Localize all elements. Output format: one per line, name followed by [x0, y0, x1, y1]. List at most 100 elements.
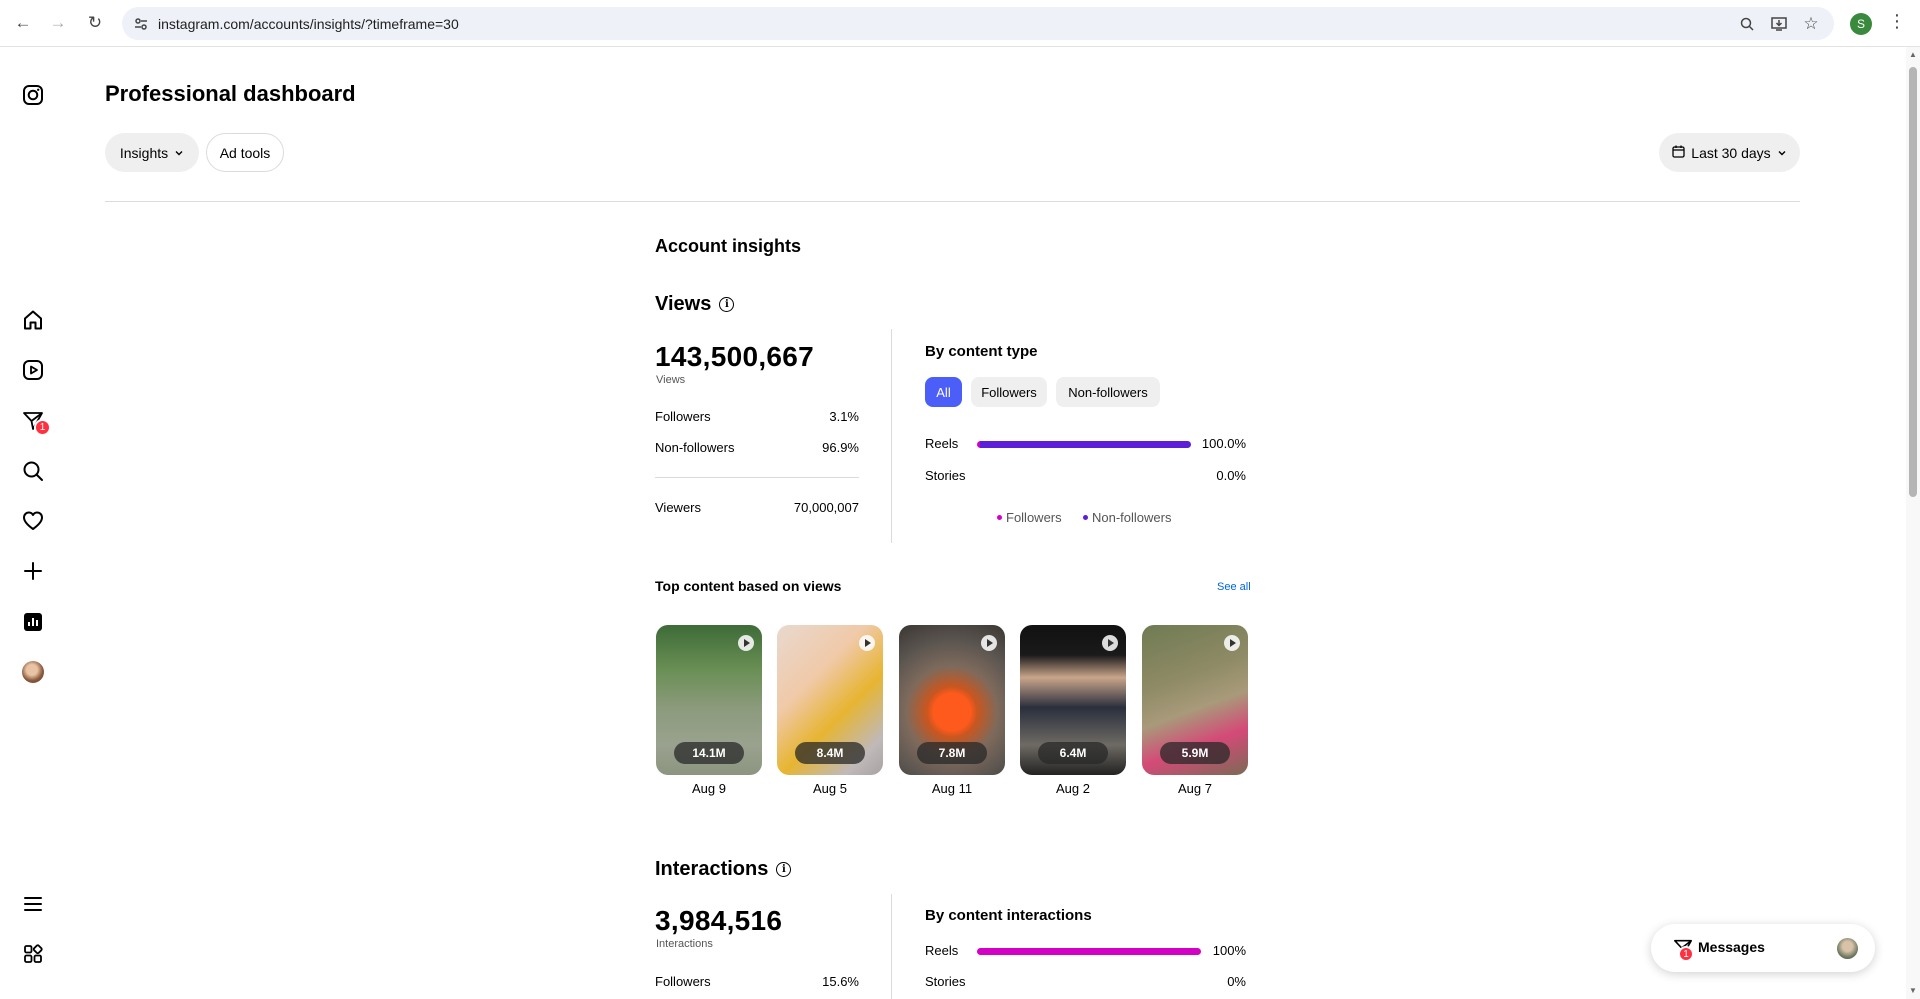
stat-label: Viewers: [655, 500, 702, 515]
messenger-badge: 1: [34, 419, 51, 436]
date-range-label: Last 30 days: [1691, 144, 1771, 161]
reels-bar: [977, 441, 1191, 448]
legend-followers: Followers: [997, 510, 1062, 525]
zoom-icon[interactable]: [1738, 15, 1756, 33]
legend-label: Followers: [1006, 510, 1062, 525]
menu-icon[interactable]: [19, 890, 47, 918]
interactions-vertical-divider: [891, 894, 892, 999]
apps-icon[interactable]: [19, 940, 47, 968]
top-content-thumbnail[interactable]: 14.1M: [656, 625, 762, 775]
reel-icon: [738, 635, 754, 651]
stat-label: Non-followers: [655, 440, 735, 455]
reel-icon: [981, 635, 997, 651]
thumbnail-view-count: 6.4M: [1038, 742, 1108, 764]
browser-toolbar: ← → ↻ instagram.com/accounts/insights/?t…: [0, 0, 1920, 47]
back-icon[interactable]: ←: [11, 11, 35, 35]
top-content-thumbnail[interactable]: 5.9M: [1142, 625, 1248, 775]
by-content-interactions-title: By content interactions: [925, 907, 1092, 924]
insights-dropdown[interactable]: Insights: [105, 133, 199, 172]
install-app-icon[interactable]: [1770, 15, 1788, 33]
legend-dot: [997, 515, 1002, 520]
reload-icon[interactable]: ↻: [83, 11, 107, 35]
tab-non-followers[interactable]: Non-followers: [1056, 377, 1160, 407]
by-content-type-title: By content type: [925, 343, 1038, 360]
top-content-thumbnail[interactable]: 7.8M: [899, 625, 1005, 775]
thumbnail-date: Aug 2: [1056, 781, 1090, 796]
top-content-title: Top content based on views: [655, 578, 842, 594]
reels-bar: [977, 948, 1201, 955]
tab-all[interactable]: All: [925, 377, 962, 407]
thumbnail-view-count: 5.9M: [1160, 742, 1230, 764]
stories-bar-row: Stories 0.0%: [925, 467, 1246, 485]
messages-badge: 1: [1678, 946, 1694, 962]
stat-label: Followers: [655, 409, 711, 424]
bar-label: Reels: [925, 943, 959, 958]
date-range-dropdown[interactable]: Last 30 days: [1659, 133, 1800, 172]
profile-avatar[interactable]: [19, 658, 47, 686]
heart-icon[interactable]: [19, 507, 47, 535]
stat-value: 3.1%: [829, 409, 859, 424]
views-total: 143,500,667: [655, 341, 815, 372]
avatar: [1837, 938, 1858, 959]
info-icon[interactable]: i: [719, 297, 735, 312]
forward-icon[interactable]: →: [46, 11, 70, 35]
bar-label: Reels: [925, 436, 959, 451]
thumbnail-date: Aug 11: [931, 781, 973, 796]
thumbnail-view-count: 14.1M: [674, 742, 744, 764]
thumbnail-date: Aug 5: [813, 781, 847, 796]
stat-label: Followers: [655, 974, 711, 989]
url-text[interactable]: instagram.com/accounts/insights/?timefra…: [158, 16, 459, 32]
reel-icon: [859, 635, 875, 651]
scrollbar-thumb[interactable]: [1909, 67, 1917, 497]
stat-value: 96.9%: [822, 440, 859, 455]
stats-divider: [655, 477, 859, 478]
instagram-icon[interactable]: [19, 81, 47, 109]
chevron-down-icon: [1777, 145, 1787, 161]
home-icon[interactable]: [19, 306, 47, 334]
messages-label: Messages: [1698, 939, 1765, 955]
reel-icon: [1224, 635, 1240, 651]
reel-icon: [1102, 635, 1118, 651]
bar-value: 0%: [1227, 974, 1246, 989]
bar-label: Stories: [925, 974, 966, 989]
stat-value: 15.6%: [822, 974, 859, 989]
calendar-icon: [1672, 145, 1685, 161]
thumbnail-date: Aug 7: [1178, 781, 1212, 796]
views-non-followers-row: Non-followers 96.9%: [655, 440, 859, 455]
legend-non-followers: Non-followers: [1083, 510, 1171, 525]
page-scrollbar[interactable]: ▲ ▼: [1906, 47, 1920, 999]
chevron-down-icon: [174, 145, 184, 161]
tab-followers[interactable]: Followers: [971, 377, 1047, 407]
reels-icon[interactable]: [19, 356, 47, 384]
scroll-up-icon[interactable]: ▲: [1909, 51, 1917, 59]
top-content-thumbnail[interactable]: 8.4M: [777, 625, 883, 775]
bar-label: Stories: [925, 468, 966, 483]
interactions-title: Interactions: [655, 858, 769, 880]
legend-label: Non-followers: [1092, 510, 1172, 525]
avatar: [22, 661, 44, 683]
info-icon[interactable]: i: [776, 862, 792, 877]
interactions-reels-bar-row: Reels 100%: [925, 942, 1246, 960]
search-icon[interactable]: [19, 457, 47, 485]
browser-menu-icon[interactable]: ⋮: [1888, 11, 1906, 35]
thumbnail-view-count: 8.4M: [795, 742, 865, 764]
views-title: Views: [655, 293, 712, 315]
bar-value: 100.0%: [1201, 436, 1246, 451]
top-content-thumbnail[interactable]: 6.4M: [1020, 625, 1126, 775]
views-heading: Views i: [655, 293, 735, 316]
thumbnail-date: Aug 9: [692, 781, 726, 796]
scroll-down-icon[interactable]: ▼: [1909, 987, 1917, 995]
bookmark-star-icon[interactable]: ☆: [1802, 14, 1820, 33]
site-info-icon[interactable]: [132, 15, 150, 33]
interactions-total-label: Interactions: [656, 938, 713, 950]
ad-tools-button[interactable]: Ad tools: [206, 133, 284, 172]
plus-icon[interactable]: [19, 557, 47, 585]
see-all-link[interactable]: See all: [1217, 581, 1251, 593]
messages-button[interactable]: 1 Messages: [1651, 924, 1875, 972]
browser-profile-avatar[interactable]: S: [1850, 13, 1872, 35]
insights-icon[interactable]: [19, 608, 47, 636]
header-divider: [105, 201, 1800, 202]
insights-dropdown-label: Insights: [119, 144, 169, 161]
messenger-icon[interactable]: 1: [19, 407, 51, 436]
address-bar[interactable]: instagram.com/accounts/insights/?timefra…: [122, 7, 1834, 40]
